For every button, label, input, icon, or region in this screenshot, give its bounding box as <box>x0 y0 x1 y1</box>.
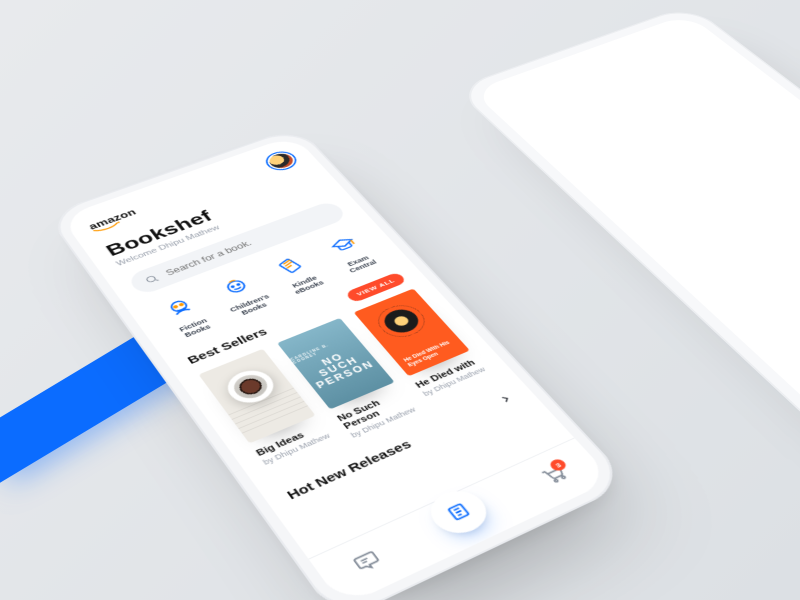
search-icon <box>142 273 161 286</box>
chat-icon <box>350 548 384 575</box>
hot-releases-more-button[interactable] <box>496 392 519 409</box>
book-icon <box>442 499 476 524</box>
avatar[interactable] <box>263 150 299 172</box>
tab-chat[interactable] <box>350 548 387 578</box>
brand-logo: amazon <box>87 207 141 234</box>
tab-library[interactable] <box>420 483 496 540</box>
cover-text: He Died With His Eyes Open <box>403 339 459 368</box>
chevron-right-icon <box>496 392 516 406</box>
tab-cart[interactable]: 3 <box>538 463 574 491</box>
